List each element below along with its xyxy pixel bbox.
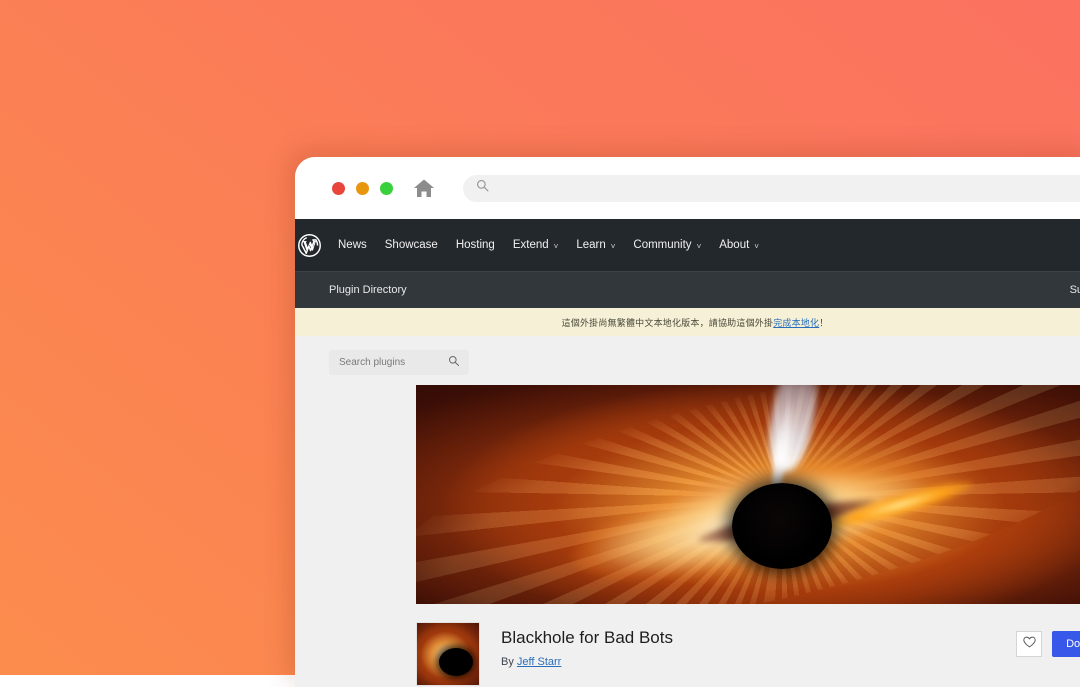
search-icon xyxy=(476,179,489,197)
maximize-window-button[interactable] xyxy=(380,182,393,195)
search-icon[interactable] xyxy=(448,354,460,372)
plugin-header: Blackhole for Bad Bots By Jeff Starr Dow… xyxy=(295,604,1080,686)
nav-item-label: Learn xyxy=(576,239,605,251)
url-bar[interactable] xyxy=(463,175,1080,202)
traffic-lights xyxy=(332,182,393,195)
page-content: Search plugins xyxy=(295,336,1080,687)
minimize-window-button[interactable] xyxy=(356,182,369,195)
nav-item-community[interactable]: Community ˅ xyxy=(633,239,701,251)
plugin-directory-title[interactable]: Plugin Directory xyxy=(329,284,407,296)
download-button[interactable]: Download xyxy=(1052,631,1080,657)
event-horizon xyxy=(732,483,832,569)
locale-notice-text-after: ！ xyxy=(819,316,828,329)
plugin-actions: Download xyxy=(1016,622,1080,657)
svg-text:W: W xyxy=(302,238,317,254)
plugin-directory-bar: Plugin Directory Submit a xyxy=(295,271,1080,308)
nav-item-label: About xyxy=(719,239,749,251)
close-window-button[interactable] xyxy=(332,182,345,195)
submit-a-plugin-link[interactable]: Submit a xyxy=(1070,284,1080,296)
locale-notice-link[interactable]: 完成本地化 xyxy=(773,316,819,329)
browser-toolbar xyxy=(295,157,1080,219)
search-row: Search plugins xyxy=(295,336,1080,385)
banner-wrap xyxy=(295,385,1080,604)
chevron-down-icon: ˅ xyxy=(554,242,559,251)
by-prefix: By xyxy=(501,656,517,668)
nav-item-label: Hosting xyxy=(456,239,495,251)
home-icon[interactable] xyxy=(413,178,435,198)
search-input-placeholder: Search plugins xyxy=(339,357,405,368)
nav-item-learn[interactable]: Learn ˅ xyxy=(576,239,615,251)
nav-item-label: Community xyxy=(633,239,691,251)
wp-nav-items: News Showcase Hosting Extend ˅ Learn ˅ C… xyxy=(338,239,759,251)
chevron-down-icon: ˅ xyxy=(754,242,759,251)
plugin-author-link[interactable]: Jeff Starr xyxy=(517,656,561,668)
chevron-down-icon: ˅ xyxy=(697,242,702,251)
locale-notice-banner: 這個外掛尚無繁體中文本地化版本，請協助這個外掛完成本地化！ xyxy=(295,308,1080,336)
heart-icon xyxy=(1023,635,1036,653)
nav-item-hosting[interactable]: Hosting xyxy=(456,239,495,251)
nav-item-label: News xyxy=(338,239,367,251)
nav-item-showcase[interactable]: Showcase xyxy=(385,239,438,251)
nav-item-extend[interactable]: Extend ˅ xyxy=(513,239,558,251)
nav-item-about[interactable]: About ˅ xyxy=(719,239,759,251)
plugin-icon-hole xyxy=(439,648,473,676)
locale-notice-text-before: 這個外掛尚無繁體中文本地化版本，請協助這個外掛 xyxy=(562,316,774,329)
search-plugins-input[interactable]: Search plugins xyxy=(329,350,469,375)
nav-item-news[interactable]: News xyxy=(338,239,367,251)
wordpress-primary-nav: W News Showcase Hosting Extend ˅ Learn ˅… xyxy=(295,219,1080,271)
wordpress-logo[interactable]: W xyxy=(295,234,326,257)
chevron-down-icon: ˅ xyxy=(611,242,616,251)
plugin-title: Blackhole for Bad Bots xyxy=(501,628,673,648)
plugin-byline: By Jeff Starr xyxy=(501,656,673,668)
blackhole-plugin-icon xyxy=(416,622,480,686)
nav-item-label: Extend xyxy=(513,239,549,251)
nav-item-label: Showcase xyxy=(385,239,438,251)
browser-window: W News Showcase Hosting Extend ˅ Learn ˅… xyxy=(295,157,1080,687)
favorite-button[interactable] xyxy=(1016,631,1042,657)
plugin-meta: Blackhole for Bad Bots By Jeff Starr xyxy=(501,622,673,668)
blackhole-banner-image xyxy=(416,385,1080,604)
